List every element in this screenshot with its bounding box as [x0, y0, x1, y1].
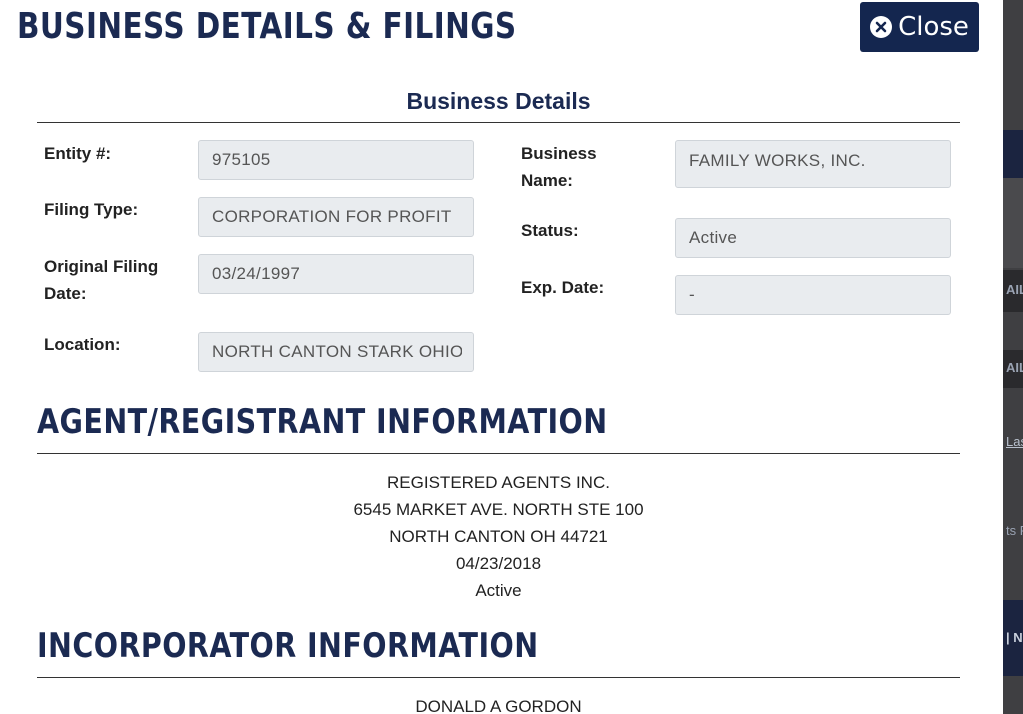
status-label: Status:	[521, 221, 579, 240]
close-button-label: Close	[898, 12, 969, 42]
business-name-field[interactable]: FAMILY WORKS, INC.	[675, 140, 951, 188]
backdrop-text: ts P	[1006, 523, 1023, 538]
close-button[interactable]: Close	[860, 2, 979, 52]
business-details-modal: BUSINESS DETAILS & FILINGS Close Busines…	[0, 0, 1003, 714]
location-label: Location:	[44, 335, 121, 354]
filing-type-field[interactable]: CORPORATION FOR PROFIT	[198, 197, 474, 237]
agent-name: REGISTERED AGENTS INC.	[387, 473, 610, 492]
section-divider	[37, 122, 960, 123]
original-filing-date-label: Original Filing Date:	[44, 253, 158, 307]
page-backdrop: AILS AILS Las ts P | N	[1003, 0, 1023, 714]
agent-status: Active	[475, 581, 522, 600]
entity-number-field[interactable]: 975105	[198, 140, 474, 180]
backdrop-panel	[1003, 178, 1023, 268]
section-divider	[37, 677, 960, 678]
agent-info-block: REGISTERED AGENTS INC. 6545 MARKET AVE. …	[37, 469, 960, 604]
backdrop-text: AILS	[1006, 360, 1023, 375]
business-name-label-line: Name:	[521, 171, 573, 190]
section-divider	[37, 453, 960, 454]
agent-date: 04/23/2018	[455, 554, 542, 573]
agent-address-line: NORTH CANTON OH 44721	[389, 527, 608, 546]
original-filing-date-label-line: Original Filing	[44, 257, 159, 276]
original-filing-date-field[interactable]: 03/24/1997	[198, 254, 474, 294]
backdrop-text: AILS	[1006, 282, 1023, 297]
location-value: NORTH CANTON STARK OHIO	[212, 342, 462, 361]
entity-number-label: Entity #:	[44, 144, 112, 163]
incorporator-name: DONALD A GORDON	[415, 697, 582, 714]
backdrop-panel	[1003, 130, 1023, 178]
filing-type-label: Filing Type:	[44, 200, 139, 219]
exp-date-label: Exp. Date:	[521, 278, 605, 297]
location-field[interactable]: NORTH CANTON STARK OHIO	[198, 332, 474, 372]
incorporator-heading: INCORPORATOR INFORMATION	[37, 626, 539, 666]
incorporator-info-block: DONALD A GORDON	[37, 693, 960, 714]
agent-address-line: 6545 MARKET AVE. NORTH STE 100	[353, 500, 644, 519]
business-details-heading: Business Details	[406, 88, 591, 114]
close-icon	[870, 16, 893, 38]
original-filing-date-label-line: Date:	[44, 284, 87, 303]
backdrop-link: Las	[1006, 434, 1023, 449]
business-name-label: Business Name:	[521, 140, 597, 194]
exp-date-field[interactable]: -	[675, 275, 951, 315]
backdrop-text: | N	[1006, 630, 1023, 645]
backdrop-panel	[1003, 0, 1023, 130]
business-name-label-line: Business	[521, 144, 597, 163]
modal-title: BUSINESS DETAILS & FILINGS	[17, 6, 517, 47]
agent-registrant-heading: AGENT/REGISTRANT INFORMATION	[37, 402, 608, 442]
status-field[interactable]: Active	[675, 218, 951, 258]
